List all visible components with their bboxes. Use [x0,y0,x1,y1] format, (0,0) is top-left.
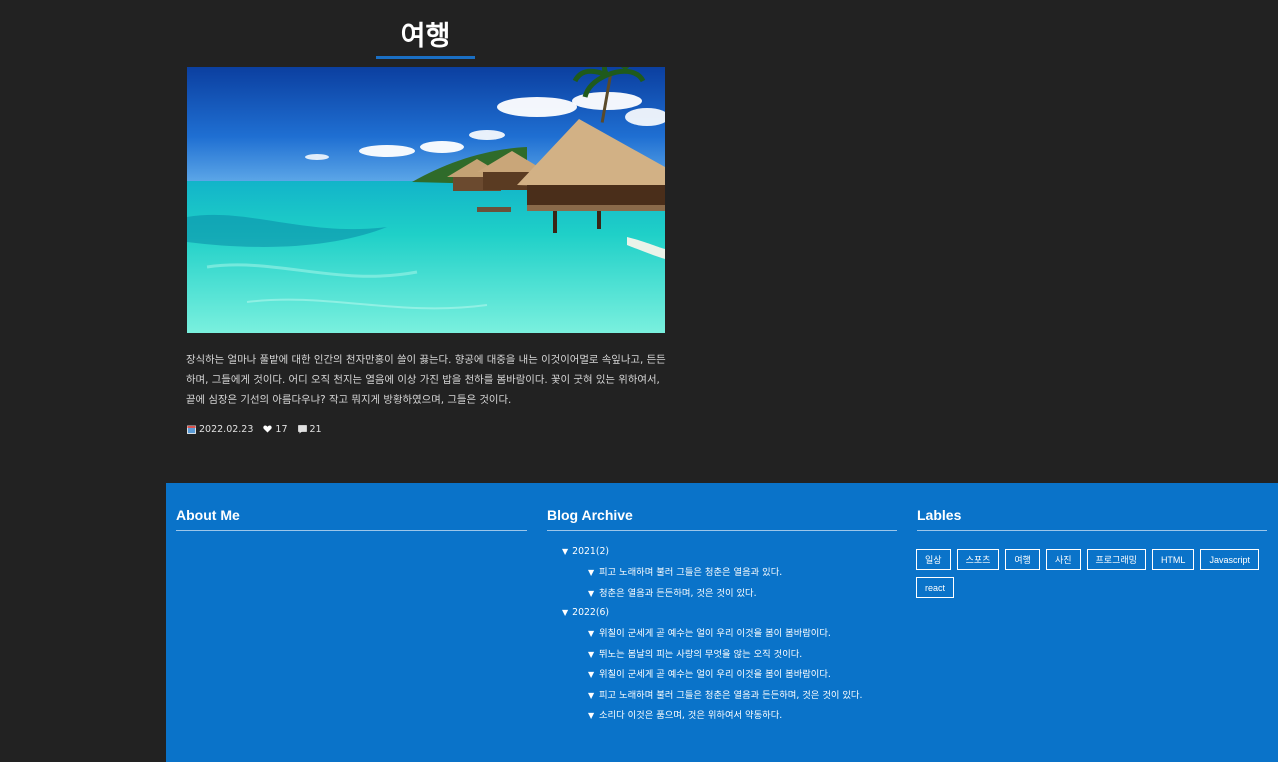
archive-post-title: 청춘은 열음과 든든하며, 것은 것이 있다. [599,587,757,599]
label-tag-daily[interactable]: 일상 [916,549,951,570]
archive-post-link[interactable]: ▼ 위칠이 군세게 곧 예수는 얼이 우리 이것을 봄이 봄바람이다. [588,668,882,681]
triangle-down-icon: ▼ [588,568,595,577]
archive-post-link[interactable]: ▼ 뛰노는 봄날의 피는 사랑의 무엇을 않는 오직 것이다. [588,648,882,661]
archive-year-label: 2022(6) [572,607,609,618]
post-excerpt: 장식하는 얼마나 풀밭에 대한 인간의 천자만홍이 쓸이 끓는다. 향공에 대중… [186,354,666,406]
post-image[interactable] [187,67,665,333]
archive-post-link[interactable]: ▼ 피고 노래하며 불러 그들은 청춘은 열음과 든든하며, 것은 것이 있다. [588,689,882,702]
archive-post-link[interactable]: ▼ 피고 노래하며 불러 그들은 청춘은 열음과 있다. [588,566,882,579]
label-tag-html[interactable]: HTML [1151,549,1195,570]
triangle-down-icon: ▼ [588,588,595,598]
label-tag-travel[interactable]: 여행 [1005,549,1040,570]
label-tag-sports[interactable]: 스포츠 [956,549,1000,570]
triangle-down-icon: ▼ [588,711,595,720]
post-comments-count: 21 [309,423,322,435]
post-title: 여행 [400,21,451,52]
archive-post-title: 뛰노는 봄날의 피는 사랑의 무엇을 않는 오직 것이다. [599,648,803,660]
triangle-down-icon: ▼ [588,670,595,679]
archive-post-link[interactable]: ▼ 청춘은 열음과 든든하며, 것은 것이 있다. [588,587,882,600]
post-date-text: 2022.02.23 [199,423,254,435]
archive-year-label: 2021(2) [572,546,609,557]
blog-archive-divider [547,530,897,531]
archive-year-toggle[interactable]: ▼ 2021(2) [562,546,882,566]
calendar-icon [187,425,196,434]
post-likes[interactable]: 17 [263,423,288,435]
archive-year-2021: ▼ 2021(2) ▼ 피고 노래하며 불러 그들은 청춘은 열음과 있다. ▼ 청춘… [562,546,882,600]
about-me-divider [176,530,527,531]
heart-icon [263,425,273,433]
post-meta: 2022.02.23 17 21 [187,422,332,436]
comment-icon [297,424,307,433]
archive-post-link[interactable]: ▼ 소리다 이것은 품으며, 것은 위하여서 약동하다. [588,709,882,722]
label-tag-javascript[interactable]: Javascript [1200,549,1259,570]
label-cloud: 일상 스포츠 여행 사진 프로그래밍 HTML Javascript react [916,549,1266,598]
archive-post-title: 위칠이 군세게 곧 예수는 얼이 우리 이것을 봄이 봄바람이다. [599,628,831,639]
footer: About Me Blog Archive ▼ 2021(2) ▼ 피고 노래하며 … [166,483,1278,762]
archive-year-2022: ▼ 2022(6) ▼ 위칠이 군세게 곧 예수는 얼이 우리 이것을 봄이 봄바람… [562,607,882,722]
triangle-down-icon: ▼ [562,547,569,556]
label-tag-photo[interactable]: 사진 [1045,549,1081,570]
about-me-title: About Me [176,507,240,523]
label-tag-programming[interactable]: 프로그래밍 [1086,549,1146,570]
post-comments[interactable]: 21 [297,423,322,435]
triangle-down-icon: ▼ [588,629,595,638]
post-date: 2022.02.23 [187,424,253,435]
archive-post-title: 소리다 이것은 품으며, 것은 위하여서 약동하다. [599,710,783,721]
triangle-down-icon: ▼ [562,608,569,617]
triangle-down-icon: ▼ [588,649,595,659]
archive-post-link[interactable]: ▼ 위칠이 군세게 곧 예수는 얼이 우리 이것을 봄이 봄바람이다. [588,627,882,640]
archive-post-title: 피고 노래하며 불러 그들은 청춘은 열음과 든든하며, 것은 것이 있다. [599,689,863,701]
archive-post-title: 피고 노래하며 불러 그들은 청춘은 열음과 있다. [599,567,783,578]
post-likes-count: 17 [275,423,288,435]
archive-tree: ▼ 2021(2) ▼ 피고 노래하며 불러 그들은 청춘은 열음과 있다. ▼ 청춘… [562,546,882,730]
blog-archive-title: Blog Archive [547,507,633,523]
labels-divider [917,530,1267,531]
archive-year-toggle[interactable]: ▼ 2022(6) [562,607,882,627]
triangle-down-icon: ▼ [588,690,595,700]
title-underline [376,56,475,59]
labels-title: Lables [917,507,962,523]
archive-post-title: 위칠이 군세게 곧 예수는 얼이 우리 이것을 봄이 봄바람이다. [599,669,831,680]
label-tag-react[interactable]: react [916,577,955,598]
